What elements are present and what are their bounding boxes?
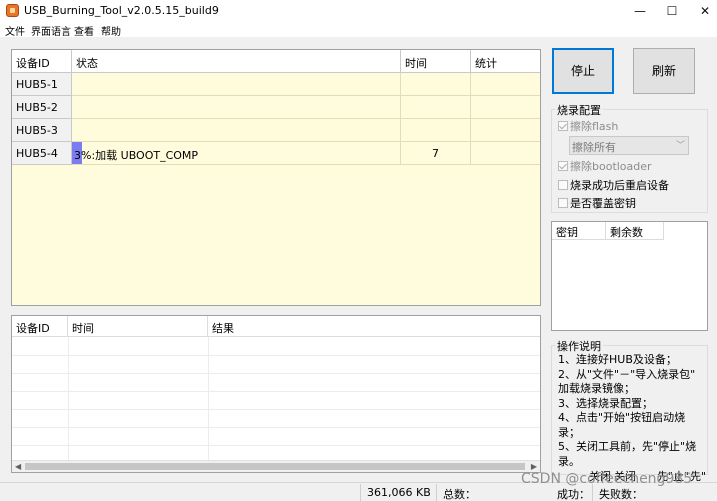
minimize-button[interactable]: — <box>623 0 657 22</box>
package-size: 361,066 KB <box>360 484 436 501</box>
checkbox-icon <box>558 180 568 190</box>
stop-button[interactable]: 停止 <box>552 48 614 94</box>
row-divider <box>12 409 540 410</box>
scroll-thumb[interactable] <box>25 463 525 470</box>
chevron-down-icon: ﹀ <box>675 141 685 151</box>
row-stats <box>471 96 540 119</box>
row-time <box>401 119 471 142</box>
row-status <box>72 73 401 96</box>
col-divider <box>208 337 209 461</box>
log-col-device-id[interactable]: 设备ID <box>12 316 68 337</box>
reset-after-success-label: 烧录成功后重启设备 <box>570 179 669 192</box>
horizontal-scrollbar[interactable]: ◀ ▶ <box>12 460 540 472</box>
row-status: 3%:加载 UBOOT_COMP <box>72 142 401 165</box>
overwrite-key-checkbox[interactable]: 是否覆盖密钥 <box>558 195 636 211</box>
erase-bootloader-label: 擦除bootloader <box>570 160 652 173</box>
erase-flash-checkbox[interactable]: 擦除flash <box>558 118 618 134</box>
row-time <box>401 73 471 96</box>
scroll-left-icon[interactable]: ◀ <box>15 462 21 471</box>
col-device-id[interactable]: 设备ID <box>12 50 72 73</box>
erase-mode-select[interactable]: 擦除所有 ﹀ <box>569 136 689 155</box>
row-device-id: HUB5-1 <box>12 73 72 96</box>
col-stats[interactable]: 统计 <box>471 50 540 73</box>
total-count: 总数： <box>436 484 520 501</box>
col-time[interactable]: 时间 <box>401 50 471 73</box>
row-stats <box>471 142 540 165</box>
title-bar: USB_Burning_Tool_v2.0.5.15_build9 — ☐ ✕ <box>0 0 717 22</box>
instructions-text: 1、连接好HUB及设备； 2、从"文件"－"导入烧录包" 加载烧录镜像； 3、选… <box>558 353 706 469</box>
instruction-line: 加载烧录镜像； <box>558 382 635 395</box>
key-table: 密钥 剩余数 <box>551 221 708 331</box>
close-button[interactable]: ✕ <box>688 0 717 22</box>
row-divider <box>12 391 540 392</box>
row-stats <box>471 73 540 96</box>
key-col-remaining[interactable]: 剩余数 <box>606 222 664 240</box>
row-divider <box>12 373 540 374</box>
checkbox-icon <box>558 121 568 131</box>
window-title: USB_Burning_Tool_v2.0.5.15_build9 <box>24 4 219 17</box>
reset-after-success-checkbox[interactable]: 烧录成功后重启设备 <box>558 177 669 193</box>
row-stats <box>471 119 540 142</box>
instruction-line: 录。 <box>558 454 580 468</box>
instructions-title: 操作说明 <box>555 338 603 354</box>
device-table: 设备ID 状态 时间 统计 HUB5-1 HUB5-2 HUB5-3 HUB5-… <box>11 49 541 306</box>
row-divider <box>12 355 540 356</box>
menu-view[interactable]: 查看 <box>74 23 94 38</box>
menu-help[interactable]: 帮助 <box>101 23 121 38</box>
watermark: CSDN @coffeecheng985 <box>521 471 693 487</box>
row-time: 7 <box>401 142 471 165</box>
burn-config-title: 烧录配置 <box>555 102 603 118</box>
scroll-right-icon[interactable]: ▶ <box>531 462 537 471</box>
col-divider <box>68 337 69 461</box>
app-icon <box>6 4 19 17</box>
log-col-result[interactable]: 结果 <box>208 316 540 337</box>
instruction-line: 5、关闭工具前，先"停止"烧 <box>558 440 697 453</box>
instruction-line: 录； <box>558 425 580 439</box>
status-text: 3%:加载 UBOOT_COMP <box>74 149 199 162</box>
checkbox-icon <box>558 161 568 171</box>
col-status[interactable]: 状态 <box>72 50 401 73</box>
row-divider <box>12 445 540 446</box>
instruction-line: 3、选择烧录配置； <box>558 396 653 410</box>
row-time <box>401 96 471 119</box>
row-divider <box>12 427 540 428</box>
row-device-id: HUB5-2 <box>12 96 72 119</box>
log-col-time[interactable]: 时间 <box>68 316 208 337</box>
menu-language[interactable]: 界面语言 <box>31 23 71 38</box>
key-col-key[interactable]: 密钥 <box>552 222 606 240</box>
menu-bar: 文件 界面语言 查看 帮助 <box>0 22 717 38</box>
checkbox-icon <box>558 198 568 208</box>
row-device-id: HUB5-3 <box>12 119 72 142</box>
overwrite-key-label: 是否覆盖密钥 <box>570 197 636 210</box>
maximize-button[interactable]: ☐ <box>655 0 689 22</box>
erase-flash-label: 擦除flash <box>570 120 619 133</box>
row-device-id: HUB5-4 <box>12 142 72 165</box>
instruction-line: 4、点击"开始"按钮启动烧 <box>558 411 686 424</box>
row-status <box>72 96 401 119</box>
erase-bootloader-checkbox[interactable]: 擦除bootloader <box>558 158 652 174</box>
instruction-line: 1、连接好HUB及设备； <box>558 353 677 366</box>
erase-mode-value: 擦除所有 <box>572 141 616 154</box>
log-table: 设备ID 时间 结果 ◀ ▶ <box>11 315 541 473</box>
refresh-button[interactable]: 刷新 <box>633 48 695 94</box>
row-status <box>72 119 401 142</box>
menu-file[interactable]: 文件 <box>5 23 25 38</box>
instruction-line: 2、从"文件"－"导入烧录包" <box>558 367 696 381</box>
